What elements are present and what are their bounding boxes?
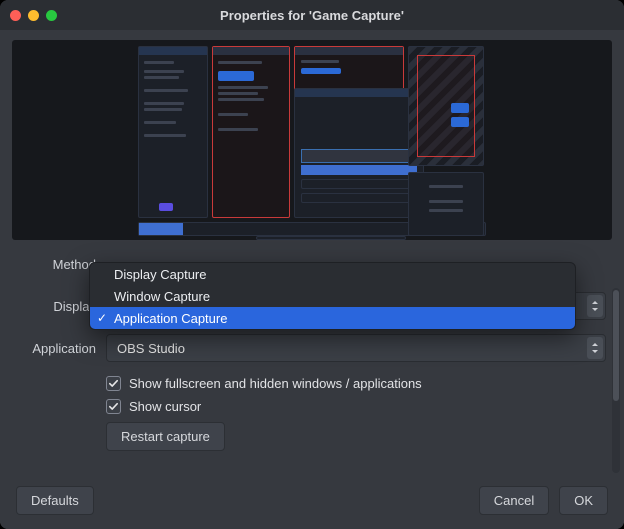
row-application: Application OBS Studio: [18, 334, 606, 362]
application-label: Application: [18, 341, 96, 356]
window-controls: [10, 10, 57, 21]
window-body: Method Display Built-in Retina Display: …: [0, 30, 624, 529]
footer: Defaults Cancel OK: [0, 474, 624, 529]
method-dropdown[interactable]: Display Capture Window Capture Applicati…: [89, 262, 576, 330]
ok-button[interactable]: OK: [559, 486, 608, 515]
checkbox-icon: [106, 376, 121, 391]
zoom-icon[interactable]: [46, 10, 57, 21]
application-select[interactable]: OBS Studio: [106, 334, 606, 362]
method-option-application-capture[interactable]: Application Capture: [90, 307, 575, 329]
checkbox-cursor-row[interactable]: Show cursor: [106, 399, 606, 414]
minimize-icon[interactable]: [28, 10, 39, 21]
method-label: Method: [18, 257, 96, 272]
display-label: Display: [18, 299, 96, 314]
method-option-window-capture[interactable]: Window Capture: [90, 285, 575, 307]
stepper-icon: [587, 337, 603, 359]
properties-window: Properties for 'Game Capture': [0, 0, 624, 529]
source-preview: [12, 40, 612, 240]
stepper-icon: [587, 295, 603, 317]
scrollbar-thumb[interactable]: [613, 290, 619, 401]
titlebar: Properties for 'Game Capture': [0, 0, 624, 30]
checkbox-cursor-label: Show cursor: [129, 399, 201, 414]
cancel-button[interactable]: Cancel: [479, 486, 549, 515]
window-title: Properties for 'Game Capture': [0, 8, 624, 23]
method-option-display-capture[interactable]: Display Capture: [90, 263, 575, 285]
application-value: OBS Studio: [117, 341, 185, 356]
checkbox-fullscreen-row[interactable]: Show fullscreen and hidden windows / app…: [106, 376, 606, 391]
restart-capture-button[interactable]: Restart capture: [106, 422, 225, 451]
close-icon[interactable]: [10, 10, 21, 21]
checkbox-fullscreen-label: Show fullscreen and hidden windows / app…: [129, 376, 422, 391]
defaults-button[interactable]: Defaults: [16, 486, 94, 515]
checkbox-icon: [106, 399, 121, 414]
scrollbar[interactable]: [612, 288, 620, 473]
